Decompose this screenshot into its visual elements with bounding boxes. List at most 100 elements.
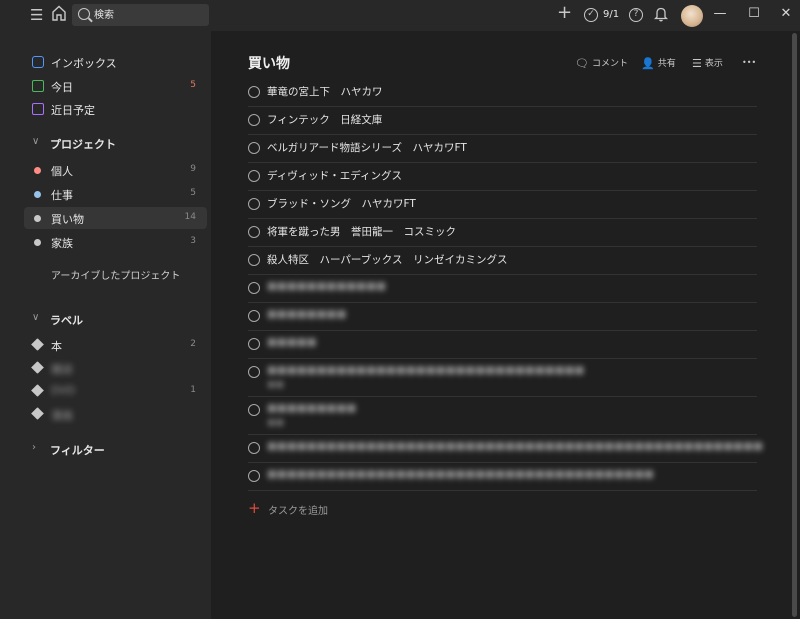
task-checkbox[interactable] bbox=[248, 442, 260, 454]
task-title[interactable]: 華竜の宮上下 ハヤカワ bbox=[267, 84, 383, 99]
close-button[interactable]: ✕ bbox=[776, 6, 796, 22]
task-checkbox[interactable] bbox=[248, 254, 260, 266]
task-item[interactable]: ■■■■■ bbox=[248, 331, 757, 359]
task-item[interactable]: ■■■■■■■■■■■■■■■■■■■■■■■■■■■■■■■■■■■■■■■ bbox=[248, 463, 757, 491]
tag-icon bbox=[31, 384, 44, 397]
task-title[interactable]: ベルガリアード物語シリーズ ハヤカワFT bbox=[267, 140, 467, 155]
notification-bell-icon[interactable] bbox=[653, 6, 669, 25]
task-title[interactable]: ■■■■■■■■■■■■ bbox=[267, 280, 386, 292]
sidebar-item-today[interactable]: 今日 5 bbox=[24, 75, 207, 97]
menu-icon[interactable]: ☰ bbox=[30, 7, 43, 23]
task-checkbox[interactable] bbox=[248, 226, 260, 238]
task-item[interactable]: 華竜の宮上下 ハヤカワ bbox=[248, 79, 757, 107]
sidebar-item-count: 2 bbox=[190, 339, 196, 349]
sidebar-item-label: インボックス bbox=[51, 57, 117, 70]
tag-icon bbox=[31, 338, 44, 351]
sidebar-item-label: 近日予定 bbox=[51, 104, 95, 117]
tag-icon bbox=[31, 407, 44, 420]
task-item[interactable]: 殺人特区 ハーパーブックス リンゼイカミングス bbox=[248, 247, 757, 275]
scrollbar-thumb[interactable] bbox=[792, 33, 797, 617]
task-item[interactable]: ディヴィッド・エディングス bbox=[248, 163, 757, 191]
avatar[interactable] bbox=[681, 5, 703, 27]
task-title[interactable]: ■■■■■■■■■■■■■■■■■■■■■■■■■■■■■■■■ bbox=[267, 364, 584, 376]
chevron-down-icon: ∨ bbox=[32, 312, 40, 323]
calendar-today-icon bbox=[32, 80, 44, 92]
chevron-right-icon: › bbox=[32, 442, 36, 453]
task-checkbox[interactable] bbox=[248, 198, 260, 210]
task-item[interactable]: ベルガリアード物語シリーズ ハヤカワFT bbox=[248, 135, 757, 163]
view-button[interactable]: ☰ 表示 bbox=[692, 56, 723, 72]
page-title[interactable]: 買い物 bbox=[248, 53, 290, 73]
task-title[interactable]: ■■■■■ bbox=[267, 336, 317, 348]
task-item[interactable]: ■■■■■■■■ bbox=[248, 303, 757, 331]
add-task-icon[interactable]: + bbox=[557, 4, 572, 22]
task-checkbox[interactable] bbox=[248, 366, 260, 378]
minimize-button[interactable]: — bbox=[710, 6, 730, 22]
add-person-icon: 👤 bbox=[641, 57, 655, 70]
task-checkbox[interactable] bbox=[248, 170, 260, 182]
project-color-dot bbox=[34, 215, 41, 222]
task-item[interactable]: フィンテック 日経文庫 bbox=[248, 107, 757, 135]
task-checkbox[interactable] bbox=[248, 86, 260, 98]
task-subtext: ■■ bbox=[267, 380, 285, 390]
task-title[interactable]: ■■■■■■■■■■■■■■■■■■■■■■■■■■■■■■■■■■■■■■■ bbox=[267, 468, 654, 480]
search-input[interactable] bbox=[94, 6, 204, 24]
labels-header-label: ラベル bbox=[50, 314, 83, 327]
sidebar-item-count: 1 bbox=[190, 385, 196, 395]
comment-button[interactable]: 🗨 コメント bbox=[575, 56, 628, 72]
task-checkbox[interactable] bbox=[248, 470, 260, 482]
scrollbar[interactable] bbox=[789, 31, 800, 619]
chevron-down-icon: ∨ bbox=[32, 136, 40, 147]
task-title[interactable]: ■■■■■■■■ bbox=[267, 308, 346, 320]
tag-icon bbox=[31, 361, 44, 374]
task-item[interactable]: ■■■■■■■■■ ■■ bbox=[248, 397, 757, 435]
sidebar-item-count: 5 bbox=[190, 188, 196, 198]
sidebar-item-label: 個人 bbox=[51, 165, 73, 178]
sidebar-item-label[interactable]: DVD 1 bbox=[24, 380, 207, 402]
task-item[interactable]: ■■■■■■■■■■■■■■■■■■■■■■■■■■■■■■■■ ■■ bbox=[248, 359, 757, 397]
sidebar-item-project-family[interactable]: 家族 3 bbox=[24, 231, 207, 253]
task-item[interactable]: 将軍を蹴った男 誉田龍一 コスミック bbox=[248, 219, 757, 247]
home-icon[interactable] bbox=[52, 5, 66, 24]
sidebar-item-label: 雑誌 bbox=[51, 363, 73, 376]
help-icon[interactable]: ? bbox=[629, 8, 643, 22]
more-options-icon[interactable]: ••• bbox=[742, 58, 756, 74]
sidebar-item-label[interactable]: 雑誌 bbox=[24, 357, 207, 379]
sidebar-item-count: 14 bbox=[184, 212, 196, 222]
sidebar-item-project-work[interactable]: 仕事 5 bbox=[24, 183, 207, 205]
task-checkbox[interactable] bbox=[248, 404, 260, 416]
task-checkbox[interactable] bbox=[248, 310, 260, 322]
sidebar-item-label: 本 bbox=[51, 340, 62, 353]
task-title[interactable]: ブラッド・ソング ハヤカワFT bbox=[267, 196, 416, 211]
task-title[interactable]: フィンテック 日経文庫 bbox=[267, 112, 382, 127]
task-checkbox[interactable] bbox=[248, 114, 260, 126]
task-title[interactable]: ■■■■■■■■■ bbox=[267, 402, 356, 414]
sidebar-item-project-personal[interactable]: 個人 9 bbox=[24, 159, 207, 181]
sidebar-item-project-shopping[interactable]: 買い物 14 bbox=[24, 207, 207, 229]
task-title[interactable]: 殺人特区 ハーパーブックス リンゼイカミングス bbox=[267, 252, 507, 267]
search-box[interactable] bbox=[72, 4, 209, 26]
add-task-label: タスクを追加 bbox=[268, 506, 328, 517]
archived-projects-link[interactable]: アーカイブしたプロジェクト bbox=[51, 267, 180, 282]
sidebar-item-label: 仕事 bbox=[51, 189, 73, 202]
task-checkbox[interactable] bbox=[248, 282, 260, 294]
sidebar-item-count: 3 bbox=[190, 236, 196, 246]
share-button[interactable]: 👤 共有 bbox=[641, 56, 676, 72]
maximize-button[interactable]: ☐ bbox=[744, 6, 764, 22]
task-item[interactable]: ■■■■■■■■■■■■ bbox=[248, 275, 757, 303]
main-content: 買い物 🗨 コメント 👤 共有 ☰ 表示 ••• 華竜の宮上下 ハヤカワ フィンテック … bbox=[211, 31, 789, 619]
sidebar-item-inbox[interactable]: インボックス bbox=[24, 51, 207, 73]
task-title[interactable]: ディヴィッド・エディングス bbox=[267, 168, 402, 183]
sidebar-item-label-book[interactable]: 本 2 bbox=[24, 334, 207, 356]
project-color-dot bbox=[34, 191, 41, 198]
task-title[interactable]: 将軍を蹴った男 誉田龍一 コスミック bbox=[267, 224, 456, 239]
task-checkbox[interactable] bbox=[248, 142, 260, 154]
task-title[interactable]: ■■■■■■■■■■■■■■■■■■■■■■■■■■■■■■■■■■■■■■■■… bbox=[267, 440, 763, 452]
task-item[interactable]: ■■■■■■■■■■■■■■■■■■■■■■■■■■■■■■■■■■■■■■■■… bbox=[248, 435, 763, 463]
sidebar-item-label: DVD bbox=[51, 384, 76, 397]
sidebar-item-label: 家族 bbox=[51, 237, 73, 250]
sidebar-item-upcoming[interactable]: 近日予定 bbox=[24, 98, 207, 120]
task-item[interactable]: ブラッド・ソング ハヤカワFT bbox=[248, 191, 757, 219]
sidebar-item-label[interactable]: 漫画 bbox=[24, 403, 207, 425]
task-checkbox[interactable] bbox=[248, 338, 260, 350]
